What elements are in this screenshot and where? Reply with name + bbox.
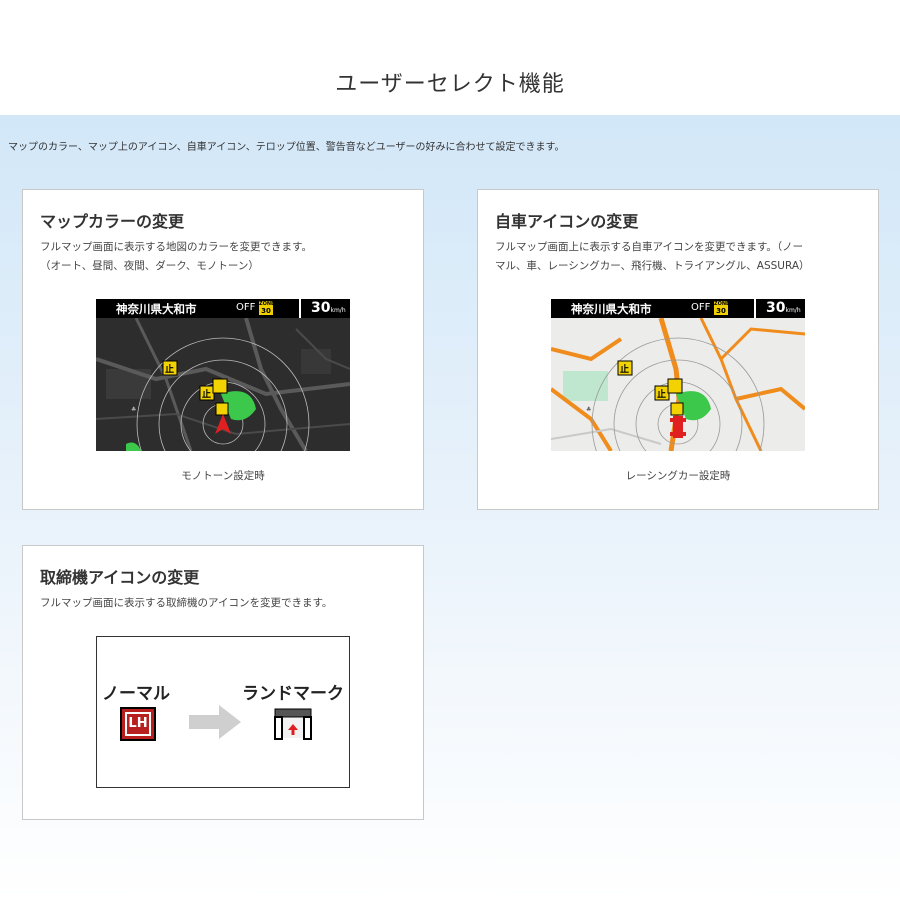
speed-unit: km/h [330, 307, 346, 314]
card-title: マップカラーの変更 [40, 212, 185, 231]
card-description-line: マル、車、レーシングカー、飛行機、トライアングル、ASSURA） [495, 260, 810, 272]
image-caption: モノトーン設定時 [181, 470, 265, 482]
stop-sign-icon: 止 [620, 365, 630, 375]
stop-sign-icon: 止 [202, 390, 212, 400]
card-description-line: （オート、昼間、夜間、ダーク、モノトーン） [40, 260, 259, 272]
card-map-color: マップカラーの変更 フルマップ画面に表示する地図のカラーを変更できます。 （オー… [22, 189, 424, 510]
speed-readout: 30km/h [311, 300, 346, 316]
svg-text:♣: ♣ [131, 406, 136, 413]
card-description: フルマップ画面上に表示する自車アイコンを変更できます。（ノー マル、車、レーシン… [495, 238, 810, 276]
card-description: フルマップ画面に表示する取締機のアイコンを変更できます。 [40, 594, 332, 613]
landmark-gate-icon [274, 708, 312, 740]
lh-icon-inner: LH [125, 712, 151, 736]
zone-speed: 30 [716, 307, 726, 315]
zone-sign-icon: ZONE 30 [714, 301, 729, 315]
lh-icon: LH [120, 707, 156, 741]
lh-icon-text: LH [128, 716, 148, 731]
card-title: 取締機アイコンの変更 [40, 568, 200, 587]
zone-speed: 30 [261, 307, 271, 315]
landmark-label: ランドマーク [242, 684, 344, 704]
card-vehicle-icon: 自車アイコンの変更 フルマップ画面上に表示する自車アイコンを変更できます。（ノー… [477, 189, 879, 510]
card-enforcement-icon: 取締機アイコンの変更 フルマップ画面に表示する取締機のアイコンを変更できます。 … [22, 545, 424, 820]
racing-car-map-screenshot: ♣ 止 止 神奈川県大和市 OFF ZONE 30 30km/h [551, 299, 805, 451]
card-description: フルマップ画面に表示する地図のカラーを変更できます。 （オート、昼間、夜間、ダー… [40, 238, 312, 276]
status-divider [299, 299, 301, 318]
card-description-line: フルマップ画面に表示する取締機のアイコンを変更できます。 [40, 597, 333, 609]
page-title: ユーザーセレクト機能 [335, 72, 565, 97]
status-bar: 神奈川県大和市 OFF ZONE 30 30km/h [551, 299, 805, 318]
normal-label: ノーマル [102, 684, 170, 704]
stop-sign-icon: 止 [657, 390, 667, 400]
card-title: 自車アイコンの変更 [495, 212, 639, 231]
status-divider [754, 299, 756, 318]
icon-comparison-box: ノーマル ランドマーク LH [96, 636, 350, 788]
card-description-line: フルマップ画面に表示する地図のカラーを変更できます。 [40, 241, 312, 253]
arrow-right-icon [189, 705, 241, 739]
speed-unit: km/h [785, 307, 801, 314]
zone-sign-icon: ZONE 30 [259, 301, 274, 315]
status-bar: 神奈川県大和市 OFF ZONE 30 30km/h [96, 299, 350, 318]
stop-sign-icon: 止 [165, 365, 175, 375]
alert-status: OFF [236, 302, 256, 313]
alert-status: OFF [691, 302, 711, 313]
speed-value: 30 [311, 300, 331, 316]
monotone-map-screenshot: ♣ 止 止 神奈川県大和市 OFF ZONE 30 30km/h [96, 299, 350, 451]
monotone-map: ♣ [96, 317, 350, 451]
speed-value: 30 [766, 300, 786, 316]
card-description-line: フルマップ画面上に表示する自車アイコンを変更できます。（ノー [495, 241, 804, 253]
svg-text:♣: ♣ [586, 406, 591, 413]
speed-readout: 30km/h [766, 300, 801, 316]
image-caption: レーシングカー設定時 [625, 470, 731, 482]
location-label: 神奈川県大和市 [571, 302, 652, 316]
intro-text: マップのカラー、マップ上のアイコン、自車アイコン、テロップ位置、警告音などユーザ… [8, 142, 565, 153]
day-map: ♣ [551, 317, 805, 451]
location-label: 神奈川県大和市 [116, 302, 197, 316]
